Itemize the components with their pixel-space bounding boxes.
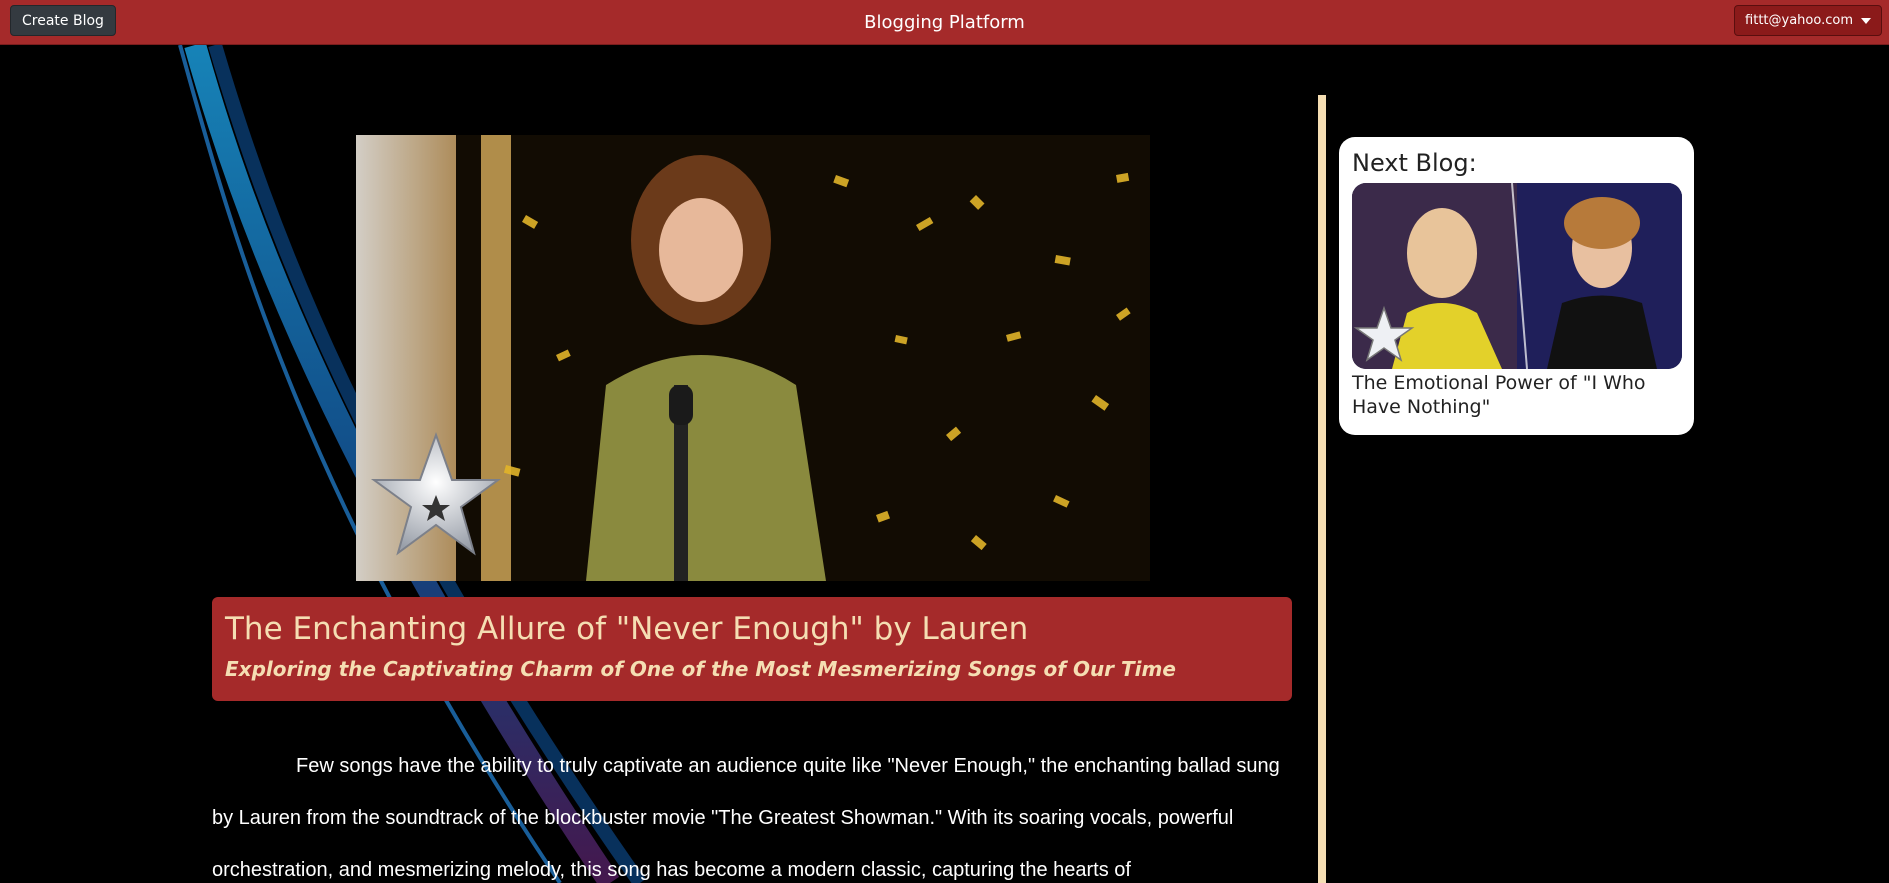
post-title-box: The Enchanting Allure of "Never Enough" … xyxy=(212,597,1292,701)
vertical-divider xyxy=(1318,95,1326,883)
next-blog-heading: Next Blog: xyxy=(1352,149,1477,177)
top-navbar: Create Blog Blogging Platform fittt@yaho… xyxy=(0,0,1889,45)
create-blog-button[interactable]: Create Blog xyxy=(10,5,116,36)
app-title: Blogging Platform xyxy=(864,11,1025,33)
post-body: Few songs have the ability to truly capt… xyxy=(212,740,1282,883)
user-menu-dropdown[interactable]: fittt@yahoo.com xyxy=(1734,5,1882,36)
next-blog-title[interactable]: The Emotional Power of "I Who Have Nothi… xyxy=(1352,371,1681,419)
post-subtitle: Exploring the Captivating Charm of One o… xyxy=(225,657,1176,682)
hero-photo-illustration xyxy=(356,135,1150,581)
next-blog-image xyxy=(1352,183,1682,369)
post-paragraph: Few songs have the ability to truly capt… xyxy=(212,755,1280,881)
hero-image xyxy=(356,135,1150,581)
post-title: The Enchanting Allure of "Never Enough" … xyxy=(225,611,1029,647)
next-blog-thumbnail[interactable] xyxy=(1352,183,1682,369)
user-email: fittt@yahoo.com xyxy=(1745,13,1853,28)
chevron-down-icon xyxy=(1861,17,1871,24)
next-blog-card[interactable]: Next Blog: The Emotional Power of "I Who… xyxy=(1339,137,1694,435)
